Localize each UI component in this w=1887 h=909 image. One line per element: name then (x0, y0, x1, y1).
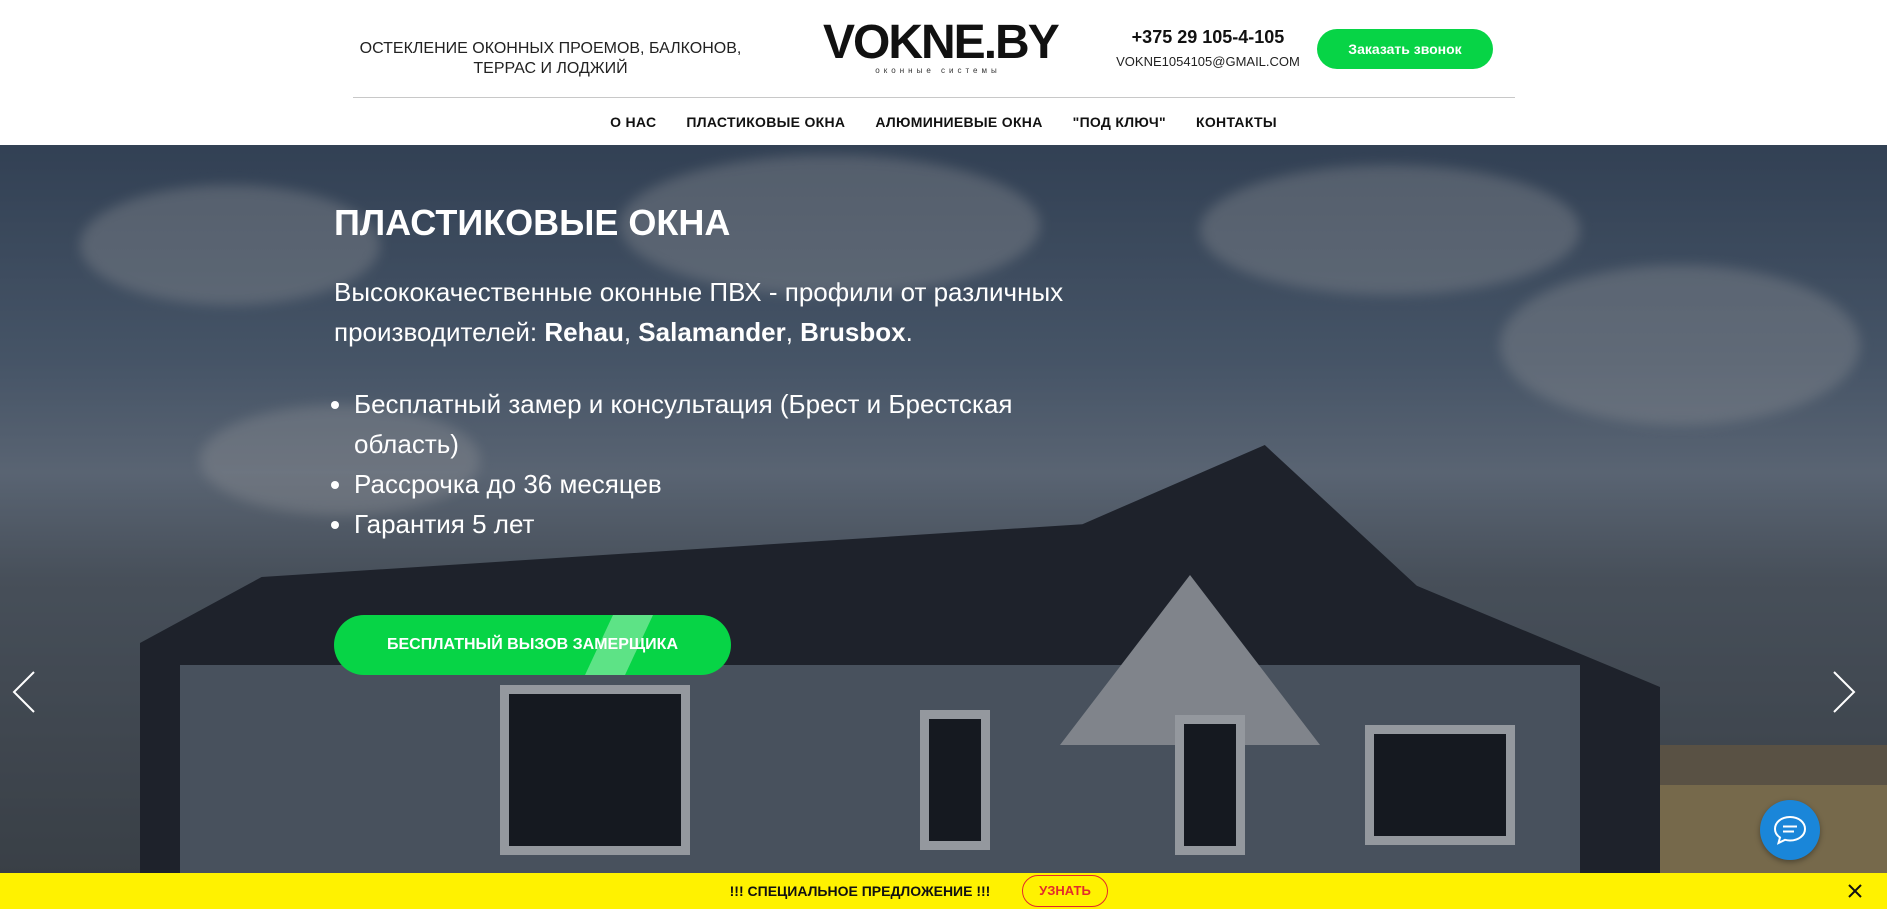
header-tagline: ОСТЕКЛЕНИЕ ОКОННЫХ ПРОЕМОВ, БАЛКОНОВ, ТЕ… (359, 40, 742, 77)
order-call-button[interactable]: Заказать звонок (1317, 29, 1493, 69)
chevron-left-icon[interactable] (12, 670, 36, 714)
hero-text-suffix: . (905, 317, 913, 347)
promo-text: !!! СПЕЦИАЛЬНОЕ ПРЕДЛОЖЕНИЕ !!! (729, 883, 991, 899)
main-nav: О НАС ПЛАСТИКОВЫЕ ОКНА АЛЮМИНИЕВЫЕ ОКНА … (0, 98, 1887, 145)
nav-item-turnkey[interactable]: "ПОД КЛЮЧ" (1073, 114, 1166, 130)
chat-widget-button[interactable] (1760, 800, 1820, 860)
promo-learn-button[interactable]: УЗНАТЬ (1022, 875, 1108, 907)
promo-bar: !!! СПЕЦИАЛЬНОЕ ПРЕДЛОЖЕНИЕ !!! УЗНАТЬ (0, 873, 1887, 909)
benefit-item: Рассрочка до 36 месяцев (354, 464, 1114, 504)
brand-separator: , (785, 317, 801, 347)
phone-link[interactable]: +375 29 105-4-105 (1103, 26, 1313, 48)
free-measurer-label: БЕСПЛАТНЫЙ ВЫЗОВ ЗАМЕРЩИКА (387, 636, 678, 653)
brand-salamander: Salamander (638, 317, 786, 347)
brand-rehau: Rehau (544, 317, 624, 347)
hero-description: Высококачественные оконные ПВХ - профили… (334, 272, 1114, 352)
logo-text: VOKNE.BY (823, 16, 1060, 69)
hero-content: ПЛАСТИКОВЫЕ ОКНА Высококачественные окон… (334, 202, 1114, 544)
nav-item-plastic-windows[interactable]: ПЛАСТИКОВЫЕ ОКНА (686, 114, 845, 130)
nav-item-about[interactable]: О НАС (610, 114, 656, 130)
nav-item-contacts[interactable]: КОНТАКТЫ (1196, 114, 1277, 130)
brand-separator: , (623, 317, 639, 347)
hero-title: ПЛАСТИКОВЫЕ ОКНА (334, 202, 731, 243)
chat-bubble-icon (1773, 815, 1807, 845)
chevron-right-icon[interactable] (1832, 670, 1856, 714)
benefit-item: Бесплатный замер и консультация (Брест и… (354, 384, 1114, 464)
hero-slider: ПЛАСТИКОВЫЕ ОКНА Высококачественные окон… (0, 145, 1887, 873)
hero-benefits-list: Бесплатный замер и консультация (Брест и… (334, 384, 1114, 544)
site-logo[interactable]: VOKNE.BY оконные системы (823, 16, 1060, 76)
benefit-item: Гарантия 5 лет (354, 504, 1114, 544)
nav-item-aluminum-windows[interactable]: АЛЮМИНИЕВЫЕ ОКНА (875, 114, 1042, 130)
site-header: ОСТЕКЛЕНИЕ ОКОННЫХ ПРОЕМОВ, БАЛКОНОВ, ТЕ… (0, 0, 1887, 145)
email-link[interactable]: VOKNE1054105@GMAIL.COM (1103, 54, 1313, 69)
close-icon[interactable] (1846, 882, 1864, 900)
free-measurer-button[interactable]: БЕСПЛАТНЫЙ ВЫЗОВ ЗАМЕРЩИКА (334, 615, 731, 675)
brand-brusbox: Brusbox (800, 317, 906, 347)
header-contacts: +375 29 105-4-105 VOKNE1054105@GMAIL.COM (1103, 26, 1313, 69)
header-top: ОСТЕКЛЕНИЕ ОКОННЫХ ПРОЕМОВ, БАЛКОНОВ, ТЕ… (353, 0, 1515, 98)
